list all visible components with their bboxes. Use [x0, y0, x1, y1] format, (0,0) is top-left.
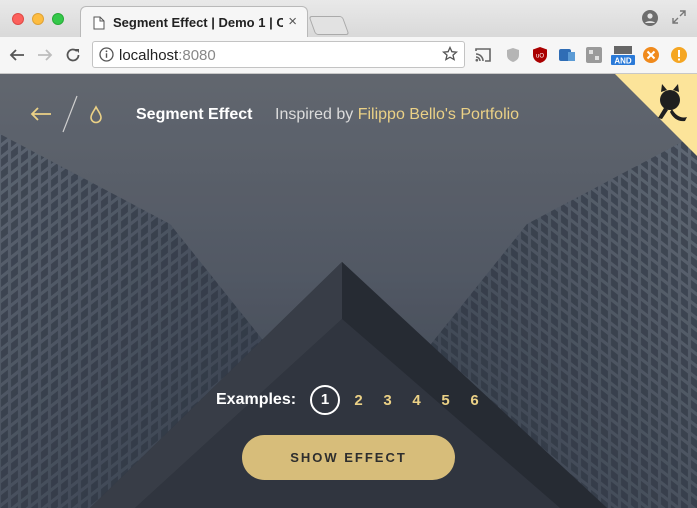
examples-label: Examples:	[216, 391, 297, 408]
cast-icon[interactable]	[474, 46, 492, 64]
github-corner-link[interactable]	[615, 74, 697, 156]
example-6-link[interactable]: 6	[460, 392, 489, 409]
example-5-link[interactable]: 5	[431, 392, 460, 409]
page-title: Segment Effect	[136, 106, 253, 123]
demo-page: Segment Effect Inspired by Filippo Bello…	[0, 74, 697, 508]
svg-text:uO: uO	[536, 54, 544, 60]
portfolio-link[interactable]: Filippo Bello's Portfolio	[358, 106, 519, 123]
examples-nav: Examples: 1 2 3 4 5 6	[216, 385, 489, 415]
orange-x-icon[interactable]	[642, 46, 660, 64]
close-tab-icon[interactable]: ×	[288, 13, 297, 30]
ublock-icon[interactable]: uO	[531, 46, 549, 64]
extension-grey-icon[interactable]	[585, 46, 603, 64]
example-2-link[interactable]: 2	[344, 392, 373, 409]
shield-icon[interactable]	[504, 46, 522, 64]
show-effect-button[interactable]: SHOW EFFECT	[242, 435, 455, 480]
new-tab-button[interactable]	[308, 16, 350, 35]
browser-tab[interactable]: Segment Effect | Demo 1 | Co ×	[80, 6, 308, 37]
example-4-link[interactable]: 4	[402, 392, 431, 409]
forward-arrow-icon[interactable]	[34, 44, 56, 66]
drop-icon[interactable]	[88, 105, 104, 130]
alert-icon[interactable]	[670, 46, 688, 64]
info-icon[interactable]	[99, 47, 114, 67]
back-arrow-icon[interactable]	[30, 106, 52, 127]
header-divider	[62, 95, 78, 133]
address-bar[interactable]: localhost:8080	[92, 41, 465, 68]
browser-titlebar: Segment Effect | Demo 1 | Co ×	[0, 0, 697, 37]
minimize-window-button[interactable]	[32, 13, 44, 25]
back-arrow-icon[interactable]	[6, 44, 28, 66]
url-host: localhost	[119, 47, 179, 64]
close-window-button[interactable]	[12, 13, 24, 25]
and-extension-icon[interactable]: AND	[611, 46, 635, 66]
document-icon	[93, 16, 105, 35]
url-text: localhost:8080	[119, 47, 216, 64]
reload-icon[interactable]	[62, 44, 84, 66]
example-3-link[interactable]: 3	[373, 392, 402, 409]
inspired-by-prefix: Inspired by	[275, 106, 354, 123]
profile-icon[interactable]	[642, 10, 658, 31]
inspired-by-text: Inspired by Filippo Bello's Portfolio	[275, 106, 519, 124]
fullscreen-icon[interactable]	[672, 10, 686, 29]
url-port: :8080	[178, 47, 216, 64]
extension-blue-icon[interactable]	[558, 46, 576, 64]
bookmark-star-icon[interactable]	[441, 45, 459, 67]
example-1-link[interactable]: 1	[310, 385, 341, 415]
browser-toolbar: localhost:8080 uO AND	[0, 37, 697, 74]
maximize-window-button[interactable]	[52, 13, 64, 25]
svg-text:AND: AND	[614, 57, 632, 66]
tab-title: Segment Effect | Demo 1 | Co	[113, 15, 283, 30]
